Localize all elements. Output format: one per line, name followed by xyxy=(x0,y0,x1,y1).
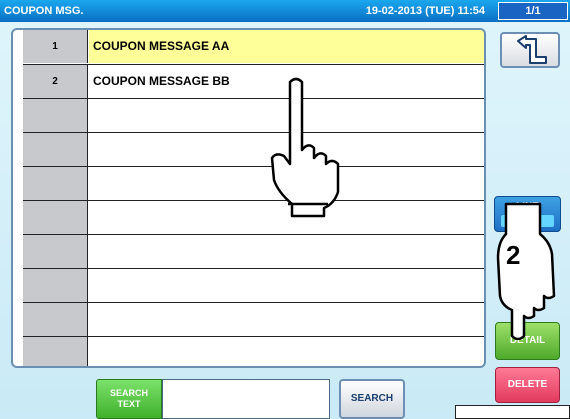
item-number xyxy=(23,269,88,302)
list-item[interactable]: 2 COUPON MESSAGE BB xyxy=(23,64,484,98)
pointing-hand-icon xyxy=(496,202,556,340)
search-input[interactable] xyxy=(162,379,330,419)
list-item[interactable] xyxy=(23,98,484,132)
item-number xyxy=(23,167,88,200)
search-text-label-line1: SEARCH xyxy=(109,388,148,398)
list-item[interactable] xyxy=(23,200,484,234)
item-text: COUPON MESSAGE AA xyxy=(89,30,484,63)
return-arrow-icon xyxy=(517,35,547,64)
item-text xyxy=(89,303,484,336)
list-item[interactable] xyxy=(23,302,484,336)
list-item[interactable] xyxy=(23,132,484,166)
pointing-hand-icon xyxy=(270,77,340,218)
corner-frame xyxy=(455,405,570,419)
item-text xyxy=(89,235,484,268)
search-text-label-line2: TEXT xyxy=(117,399,141,409)
search-text-label: SEARCH TEXT xyxy=(96,379,162,419)
item-text xyxy=(89,269,484,302)
item-number xyxy=(23,337,88,366)
datetime: 19-02-2013 (TUE) 11:54 xyxy=(365,5,485,17)
page-title: COUPON MSG. xyxy=(4,5,84,17)
delete-button[interactable]: DELETE xyxy=(495,367,560,403)
item-number xyxy=(23,235,88,268)
title-bar: COUPON MSG. 19-02-2013 (TUE) 11:54 1/1 xyxy=(0,0,570,22)
item-number xyxy=(23,303,88,336)
search-button[interactable]: SEARCH xyxy=(339,379,405,419)
list-item[interactable] xyxy=(23,336,484,366)
list-item[interactable]: 1 COUPON MESSAGE AA xyxy=(23,30,484,64)
step-number: 2 xyxy=(506,240,521,270)
item-number xyxy=(23,99,88,132)
main-screen: 1 COUPON MESSAGE AA 2 COUPON MESSAGE BB … xyxy=(0,22,570,419)
list-item[interactable] xyxy=(23,166,484,200)
item-number: 1 xyxy=(23,30,88,63)
list-item[interactable] xyxy=(23,234,484,268)
message-list: 1 COUPON MESSAGE AA 2 COUPON MESSAGE BB xyxy=(11,28,486,368)
item-number xyxy=(23,201,88,234)
page-indicator: 1/1 xyxy=(498,2,568,20)
list-item[interactable] xyxy=(23,268,484,302)
back-button[interactable] xyxy=(500,32,560,68)
item-number: 2 xyxy=(23,65,88,98)
item-text xyxy=(89,337,484,366)
item-number xyxy=(23,133,88,166)
